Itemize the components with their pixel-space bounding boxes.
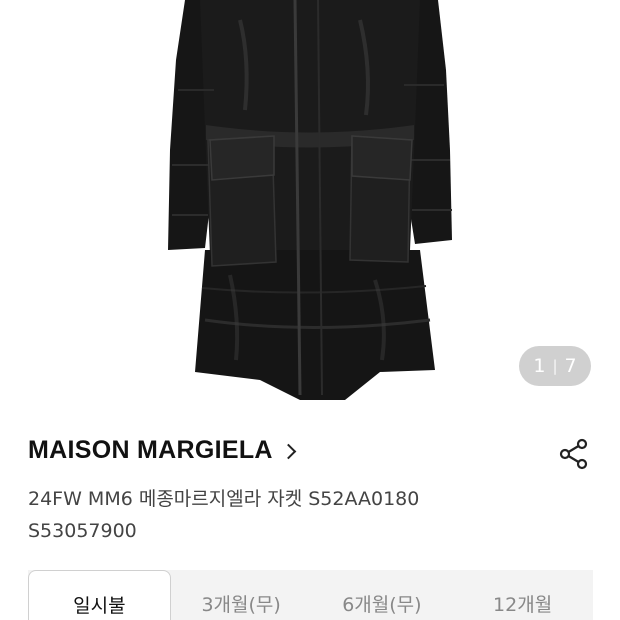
product-name: 24FW MM6 메종마르지엘라 자켓 S52AA0180 S53057900 <box>28 483 498 547</box>
tab-lump-sum[interactable]: 일시불 <box>28 570 171 620</box>
pager-total: 7 <box>564 355 577 377</box>
pager-current: 1 <box>533 355 546 377</box>
brand-link[interactable]: MAISON MARGIELA <box>28 436 297 465</box>
chevron-right-icon <box>280 443 297 460</box>
pager-separator: | <box>552 357 558 375</box>
image-pager-badge: 1 | 7 <box>519 346 591 386</box>
product-name-line-2: S53057900 <box>28 520 137 542</box>
product-name-line-1: 24FW MM6 메종마르지엘라 자켓 S52AA0180 <box>28 488 420 510</box>
tab-3-months[interactable]: 3개월(무) <box>171 570 312 620</box>
share-button[interactable] <box>556 436 592 472</box>
product-image-carousel[interactable]: 1 | 7 <box>0 0 620 410</box>
brand-name: MAISON MARGIELA <box>28 436 273 464</box>
installment-tabs: 일시불 3개월(무) 6개월(무) 12개월 <box>28 570 593 620</box>
share-icon <box>559 438 588 470</box>
tab-6-months[interactable]: 6개월(무) <box>312 570 453 620</box>
tab-12-months[interactable]: 12개월 <box>452 570 593 620</box>
